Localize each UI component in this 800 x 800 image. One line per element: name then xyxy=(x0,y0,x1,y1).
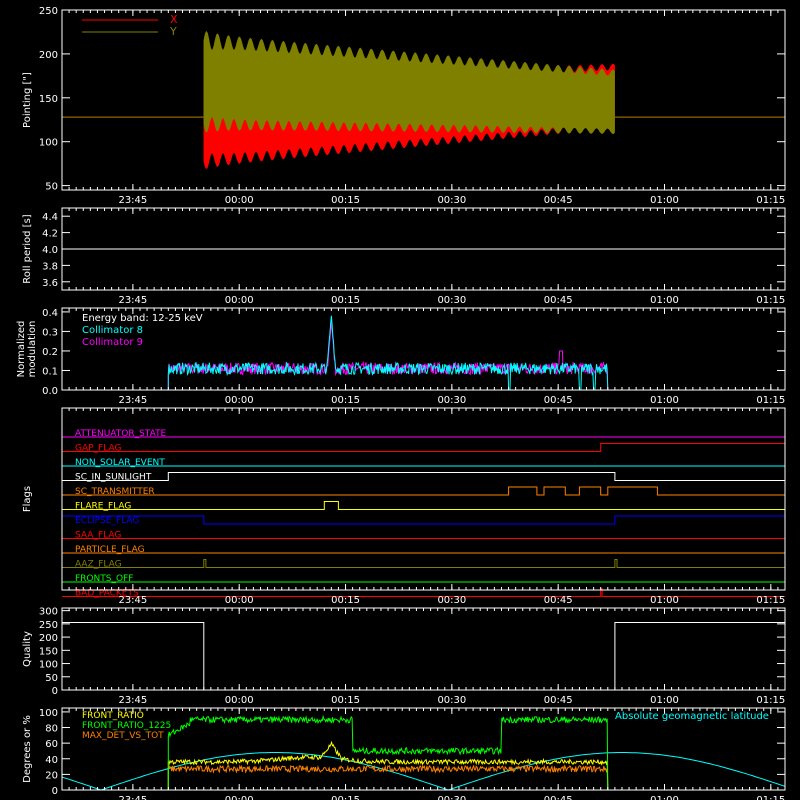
roll-x-tick-label: 01:00 xyxy=(650,295,679,306)
roll-x-tick-label: 00:45 xyxy=(544,295,573,306)
pointing-x-tick-label: 00:15 xyxy=(331,195,360,206)
flag-label-4: SC_TRANSMITTER xyxy=(75,487,155,497)
modulation-x-tick-label: 00:45 xyxy=(544,395,573,406)
pointing-y-tick-label: 150 xyxy=(39,94,58,105)
quality-x-tick-label: 00:15 xyxy=(331,695,360,706)
modulation-y-tick-label: 0.4 xyxy=(42,308,58,319)
ratios-y-tick-label: 40 xyxy=(45,755,58,766)
ratios-x-tick-label: 00:15 xyxy=(331,795,360,800)
ratios-legend-1: FRONT_RATIO_1225 xyxy=(82,721,171,731)
pointing-x-tick-label: 01:00 xyxy=(650,195,679,206)
quality-x-tick-label: 00:45 xyxy=(544,695,573,706)
quality-y-tick-label: 300 xyxy=(39,607,58,618)
modulation-x-tick-label: 00:30 xyxy=(437,395,466,406)
roll-x-tick-label: 01:15 xyxy=(756,295,785,306)
pointing-ylabel: Pointing ["] xyxy=(22,72,33,128)
flag-label-0: ATTENUATOR_STATE xyxy=(75,429,167,439)
quality-x-tick-label: 01:00 xyxy=(650,695,679,706)
pointing-x-tick-label: 00:00 xyxy=(225,195,254,206)
modulation-legend-collimator-9: Collimator 9 xyxy=(82,337,143,348)
hessi-observing-summary-figure: Pointing ["] 23:45 00:00 00:15 00:30 00:45 01:… xyxy=(0,0,800,800)
flags-ylabel: Flags xyxy=(22,486,33,512)
ratios-y-tick-label: 20 xyxy=(45,770,58,781)
modulation-y-tick-label: 0.2 xyxy=(42,347,58,358)
pointing-legend-label-1: Y xyxy=(169,25,177,38)
roll-x-tick-label: 00:30 xyxy=(437,295,466,306)
roll-x-tick-label: 00:00 xyxy=(225,295,254,306)
ratios-y-tick-label: 80 xyxy=(45,724,58,735)
pointing-x-tick-label: 23:45 xyxy=(118,195,147,206)
ratios-x-tick-label: 01:00 xyxy=(650,795,679,800)
flags-x-tick-label: 00:30 xyxy=(437,595,466,606)
flags-x-tick-label: 01:00 xyxy=(650,595,679,606)
pointing-y-tick-label: 50 xyxy=(45,182,58,193)
ratios-legend-0: FRONT_RATIO xyxy=(82,711,144,721)
pointing-y-tick-label: 200 xyxy=(39,50,58,61)
roll-y-tick-label: 4.2 xyxy=(42,229,58,240)
roll-y-tick-label: 4.4 xyxy=(42,212,58,223)
ratios-x-tick-label: 01:15 xyxy=(756,795,785,800)
modulation-y-tick-label: 0.1 xyxy=(42,366,58,377)
quality-ylabel: Quality xyxy=(22,631,33,667)
ratios-y-tick-label: 100 xyxy=(39,708,58,719)
ratios-legend-2: MAX_DET_VS_TOT xyxy=(82,731,164,741)
flags-x-tick-label: 23:45 xyxy=(118,595,147,606)
ratios-ylabel: Degrees or % xyxy=(22,715,33,783)
pointing-x-tick-label: 01:15 xyxy=(756,195,785,206)
roll-y-tick-label: 3.8 xyxy=(42,261,58,272)
quality-x-tick-label: 01:15 xyxy=(756,695,785,706)
flag-label-7: SAA_FLAG xyxy=(75,531,121,541)
roll-x-tick-label: 00:15 xyxy=(331,295,360,306)
modulation-x-tick-label: 23:45 xyxy=(118,395,147,406)
ratios-x-tick-label: 00:30 xyxy=(437,795,466,800)
flags-x-tick-label: 00:15 xyxy=(331,595,360,606)
quality-x-tick-label: 23:45 xyxy=(118,695,147,706)
quality-y-tick-label: 150 xyxy=(39,646,58,657)
modulation-x-tick-label: 01:00 xyxy=(650,395,679,406)
flag-label-10: FRONTS_OFF xyxy=(75,574,133,584)
flag-label-2: NON_SOLAR_EVENT xyxy=(75,458,165,468)
modulation-x-tick-label: 01:15 xyxy=(756,395,785,406)
ratios-x-tick-label: 00:45 xyxy=(544,795,573,800)
flags-x-tick-label: 00:45 xyxy=(544,595,573,606)
pointing-x-tick-label: 00:30 xyxy=(437,195,466,206)
flag-label-6: ECLIPSE_FLAG xyxy=(75,516,139,526)
flag-label-1: GAP_FLAG xyxy=(75,444,121,454)
flags-x-tick-label: 00:00 xyxy=(225,595,254,606)
ratios-y-tick-label: 0 xyxy=(52,786,58,797)
pointing-y-tick-label: 100 xyxy=(39,138,58,149)
flag-label-9: AAZ_FLAG xyxy=(75,560,122,570)
flag-label-8: PARTICLE_FLAG xyxy=(75,545,145,555)
flag-label-3: SC_IN_SUNLIGHT xyxy=(75,473,152,483)
ratios-y-tick-label: 60 xyxy=(45,739,58,750)
modulation-legend-energy-band: Energy band: 12-25 keV xyxy=(82,313,203,324)
flag-label-5: FLARE_FLAG xyxy=(75,502,131,512)
roll-x-tick-label: 23:45 xyxy=(118,295,147,306)
modulation-ylabel: modulation xyxy=(27,321,38,378)
ratios-x-tick-label: 23:45 xyxy=(118,795,147,800)
pointing-y-tick-label: 250 xyxy=(39,6,58,17)
roll-ylabel: Roll period [s] xyxy=(22,214,33,283)
modulation-y-tick-label: 0.3 xyxy=(42,327,58,338)
modulation-x-tick-label: 00:00 xyxy=(225,395,254,406)
modulation-y-tick-label: 0.0 xyxy=(42,386,58,397)
quality-y-tick-label: 200 xyxy=(39,633,58,644)
modulation-ylabel: Normalized xyxy=(16,321,27,378)
quality-y-tick-label: 50 xyxy=(45,673,58,684)
quality-y-tick-label: 0 xyxy=(52,686,58,697)
modulation-x-tick-label: 00:15 xyxy=(331,395,360,406)
quality-y-tick-label: 250 xyxy=(39,620,58,631)
ratios-x-tick-label: 00:00 xyxy=(225,795,254,800)
roll-y-tick-label: 3.6 xyxy=(42,278,58,289)
ratios-annotation-geomag: Absolute geomagnetic latitude xyxy=(615,711,769,722)
quality-y-tick-label: 100 xyxy=(39,660,58,671)
pointing-x-tick-label: 00:45 xyxy=(544,195,573,206)
quality-x-tick-label: 00:00 xyxy=(225,695,254,706)
modulation-legend-collimator-8: Collimator 8 xyxy=(82,325,143,336)
flags-x-tick-label: 01:15 xyxy=(756,595,785,606)
quality-x-tick-label: 00:30 xyxy=(437,695,466,706)
roll-y-tick-label: 4.0 xyxy=(42,245,58,256)
